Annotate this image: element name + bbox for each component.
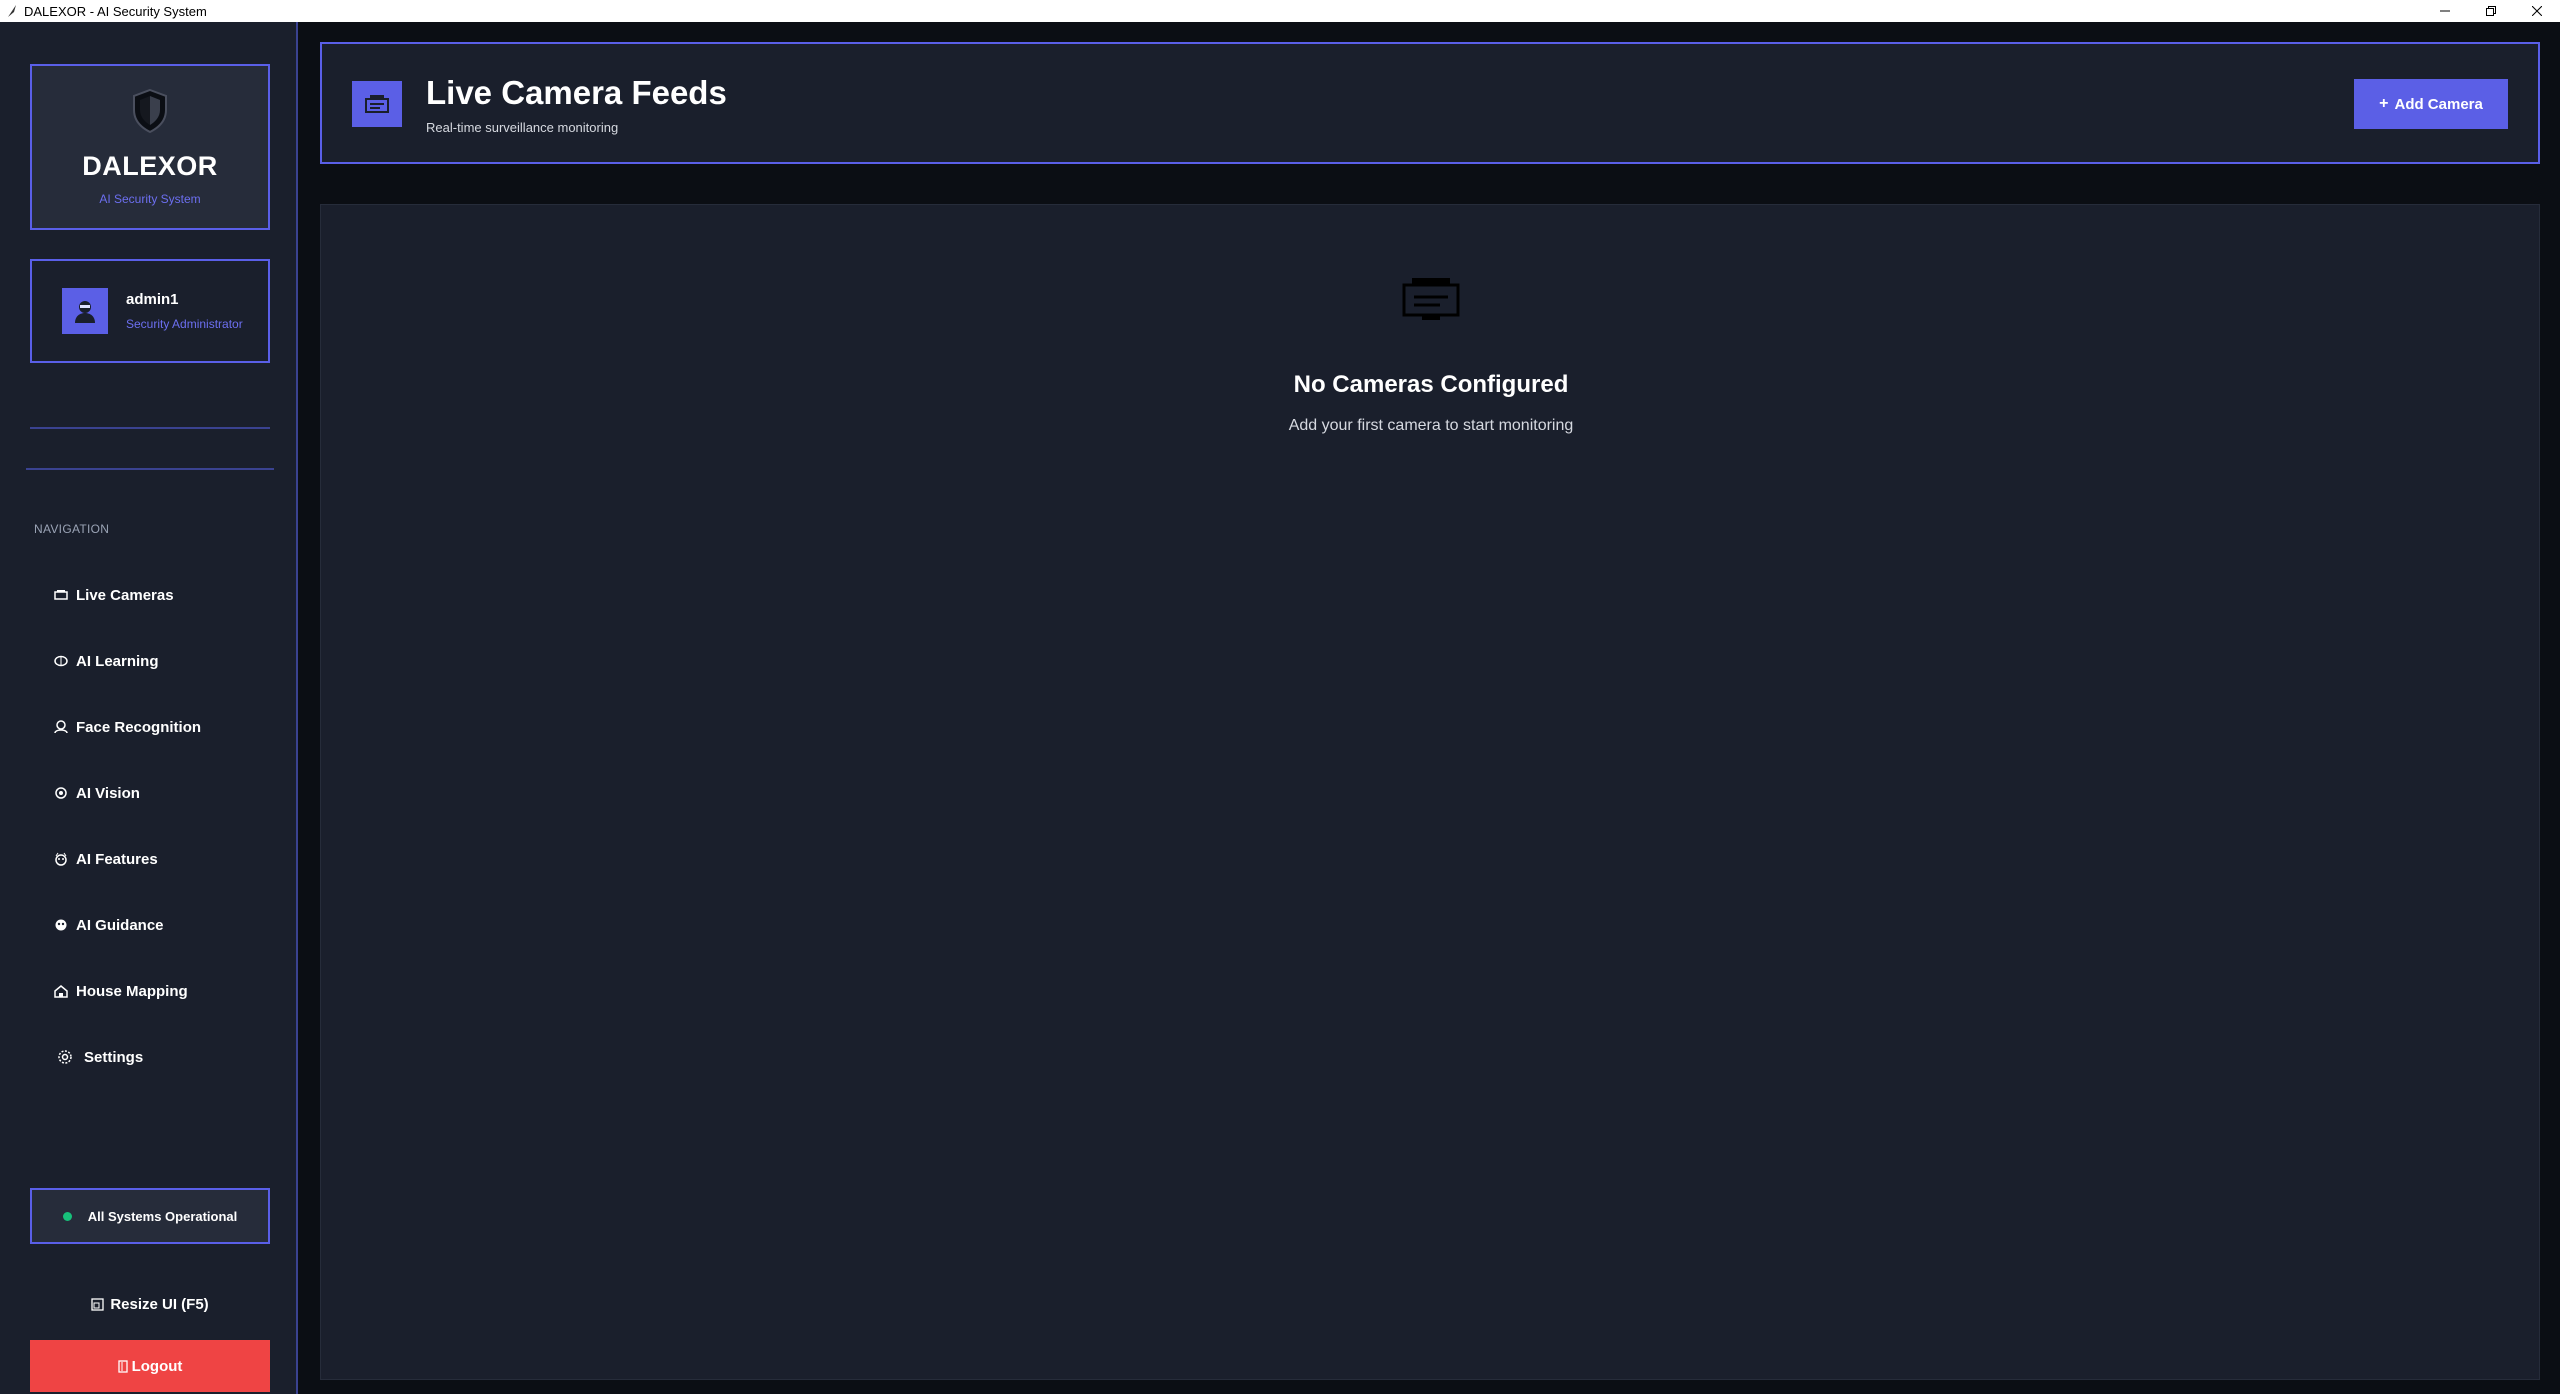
empty-state: No Cameras Configured Add your first cam… [321, 275, 2541, 435]
gear-icon [52, 1048, 78, 1066]
system-status: All Systems Operational [30, 1188, 270, 1244]
sidebar-item-label: AI Vision [76, 784, 140, 802]
brand-card: DALEXOR AI Security System [30, 64, 270, 230]
close-icon[interactable] [2514, 0, 2560, 22]
door-icon [117, 1359, 128, 1373]
shield-icon [131, 88, 169, 139]
brain-icon [52, 652, 70, 670]
status-indicator-dot [62, 1211, 72, 1221]
sidebar-item-house-mapping[interactable]: House Mapping [30, 958, 270, 1024]
restore-icon[interactable] [2468, 0, 2514, 22]
add-camera-label: Add Camera [2394, 95, 2483, 113]
camera-icon [52, 586, 70, 604]
sidebar-item-ai-vision[interactable]: AI Vision [30, 760, 270, 826]
sidebar-item-label: Settings [84, 1048, 144, 1066]
camera-icon [1400, 275, 1462, 323]
guidance-icon [52, 916, 70, 934]
sidebar-item-label: AI Learning [76, 652, 159, 670]
empty-state-title: No Cameras Configured [1293, 371, 1569, 398]
divider [30, 427, 270, 429]
house-icon [52, 982, 70, 1000]
sidebar-item-ai-guidance[interactable]: AI Guidance [30, 892, 270, 958]
sidebar-item-label: Face Recognition [76, 718, 202, 736]
page-title: Live Camera Feeds [426, 74, 727, 111]
sidebar-item-face-recognition[interactable]: Face Recognition [30, 694, 270, 760]
page-header: Live Camera Feeds Real-time surveillance… [320, 42, 2540, 164]
sidebar-item-label: AI Features [76, 850, 158, 868]
brand-name: DALEXOR [82, 151, 218, 181]
status-text: All Systems Operational [87, 1208, 238, 1224]
nav-list: Live Cameras AI Learning Face Recognitio… [30, 562, 270, 1090]
camera-icon [352, 81, 402, 127]
app-feather-icon [4, 3, 20, 19]
features-icon [52, 850, 70, 868]
resize-icon [91, 1297, 104, 1311]
user-avatar-icon [62, 288, 108, 334]
sidebar-item-label: House Mapping [76, 982, 188, 1000]
page-subtitle: Real-time surveillance monitoring [426, 120, 619, 135]
logout-button[interactable]: Logout [30, 1340, 270, 1392]
user-card: admin1 Security Administrator [30, 259, 270, 363]
logout-label: Logout [131, 1357, 183, 1375]
sidebar-item-settings[interactable]: Settings [30, 1024, 270, 1090]
sidebar-item-ai-learning[interactable]: AI Learning [30, 628, 270, 694]
user-name: admin1 [126, 291, 179, 308]
face-icon [52, 718, 70, 736]
resize-ui-label: Resize UI (F5) [110, 1295, 209, 1313]
sidebar: DALEXOR AI Security System admin1 Securi… [0, 22, 298, 1394]
window-title: DALEXOR - AI Security System [24, 3, 207, 19]
nav-heading: NAVIGATION [34, 522, 110, 536]
sidebar-item-live-cameras[interactable]: Live Cameras [30, 562, 270, 628]
user-role: Security Administrator [126, 317, 243, 331]
window-titlebar: DALEXOR - AI Security System [0, 0, 2560, 22]
empty-state-subtitle: Add your first camera to start monitorin… [1288, 417, 1574, 434]
sidebar-item-label: AI Guidance [76, 916, 164, 934]
minimize-icon[interactable] [2422, 0, 2468, 22]
sidebar-item-ai-features[interactable]: AI Features [30, 826, 270, 892]
brand-subtitle: AI Security System [99, 192, 201, 206]
vision-icon [52, 784, 70, 802]
divider [26, 468, 274, 470]
resize-ui-button[interactable]: Resize UI (F5) [30, 1278, 270, 1330]
camera-feed-panel: No Cameras Configured Add your first cam… [320, 204, 2540, 1380]
add-camera-button[interactable]: + Add Camera [2354, 79, 2508, 129]
plus-icon: + [2379, 95, 2389, 112]
sidebar-item-label: Live Cameras [76, 586, 174, 604]
